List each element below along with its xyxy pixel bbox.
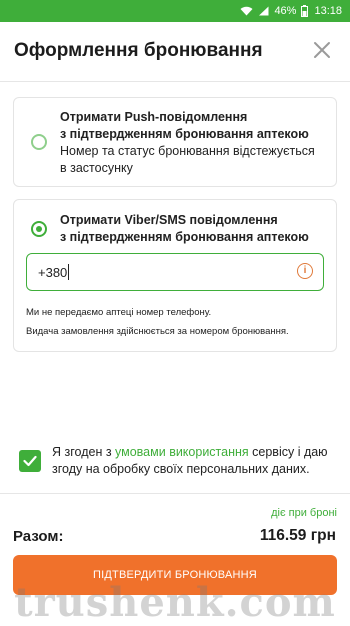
terms-link[interactable]: умовами використання xyxy=(115,445,249,459)
page-title: Оформлення бронювання xyxy=(14,40,263,61)
wifi-icon xyxy=(240,6,253,16)
viber-sms-option-text: Отримати Viber/SMS повідомлення з підтве… xyxy=(60,212,324,246)
clock: 13:18 xyxy=(314,5,342,17)
push-option-description: Номер та статус бронювання відстежується… xyxy=(60,144,315,175)
validity-link[interactable]: діє при броні xyxy=(271,507,337,519)
watermark: trushenk.com xyxy=(14,579,336,626)
push-option-title-line1: Отримати Push-повідомлення xyxy=(60,110,248,124)
battery-percent: 46% xyxy=(274,5,297,17)
pickup-note: Видача замовлення здійснюється за номеро… xyxy=(26,326,289,337)
consent-checkbox[interactable] xyxy=(19,450,41,472)
status-bar: 46% 13:18 xyxy=(0,0,350,22)
total-label: Разом: xyxy=(13,528,64,545)
consent-block: Я згоден з умовами використання сервісу … xyxy=(14,444,336,486)
phone-input[interactable]: +380 i xyxy=(26,253,324,291)
total-value: 116.59 грн xyxy=(259,527,336,544)
consent-text-before: Я згоден з xyxy=(52,445,116,459)
viber-sms-option-card[interactable]: Отримати Viber/SMS повідомлення з підтве… xyxy=(13,199,337,352)
phone-input-value[interactable]: +380 xyxy=(38,265,67,280)
push-option-title-line2: з підтвердженням бронювання аптекою xyxy=(60,127,309,141)
push-option-text: Отримати Push-повідомлення з підтверджен… xyxy=(60,109,324,177)
text-caret xyxy=(68,264,70,280)
viber-sms-option-radio[interactable] xyxy=(31,221,47,237)
check-icon xyxy=(23,455,37,467)
signal-icon xyxy=(259,6,269,16)
viber-sms-option-title-line2: з підтвердженням бронювання аптекою xyxy=(60,230,309,244)
header: Оформлення бронювання xyxy=(0,22,350,82)
push-option-card[interactable]: Отримати Push-повідомлення з підтверджен… xyxy=(13,97,337,187)
privacy-note: Ми не передаємо аптеці номер телефону. xyxy=(26,307,212,318)
battery-icon xyxy=(301,5,309,17)
consent-text: Я згоден з умовами використання сервісу … xyxy=(52,444,332,478)
push-option-radio[interactable] xyxy=(31,134,47,150)
info-icon[interactable]: i xyxy=(297,263,313,279)
divider xyxy=(0,493,350,494)
viber-sms-option-title-line1: Отримати Viber/SMS повідомлення xyxy=(60,213,278,227)
close-icon[interactable] xyxy=(312,40,332,60)
